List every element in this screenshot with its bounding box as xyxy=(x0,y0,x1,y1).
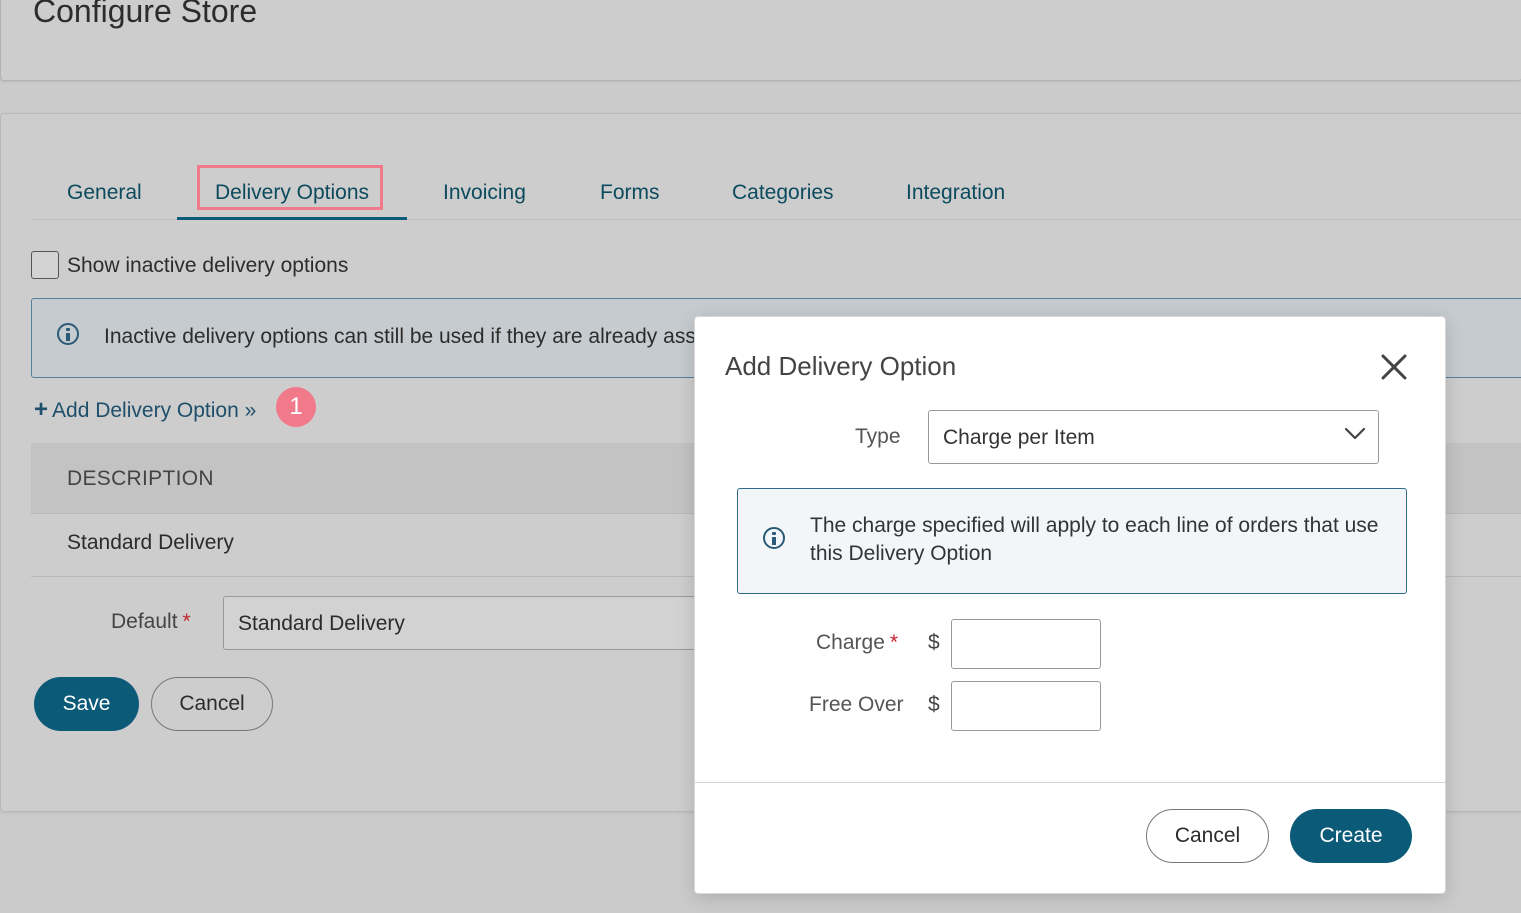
charge-input[interactable] xyxy=(951,619,1101,669)
tab-integration[interactable]: Integration xyxy=(906,162,1005,219)
free-over-input[interactable] xyxy=(951,681,1101,731)
modal-divider xyxy=(695,782,1445,783)
tab-categories[interactable]: Categories xyxy=(732,162,834,219)
default-label: Default * xyxy=(111,610,191,634)
info-icon xyxy=(763,527,785,549)
required-marker: * xyxy=(889,631,899,654)
chevron-down-icon xyxy=(1344,427,1366,440)
tab-delivery-options[interactable]: Delivery Options xyxy=(177,162,407,220)
plus-icon: + xyxy=(34,396,49,423)
create-button[interactable]: Create xyxy=(1290,809,1412,863)
tab-invoicing[interactable]: Invoicing xyxy=(443,162,526,219)
page-title: Configure Store xyxy=(33,0,258,29)
header-card: Configure Store xyxy=(0,0,1521,81)
type-label: Type xyxy=(855,425,901,448)
modal-title: Add Delivery Option xyxy=(725,351,957,381)
add-delivery-option-link[interactable]: + Add Delivery Option » xyxy=(34,396,256,424)
column-header-description: DESCRIPTION xyxy=(67,467,214,490)
modal-info-box: The charge specified will apply to each … xyxy=(737,488,1407,594)
default-label-text: Default xyxy=(111,610,178,633)
save-button[interactable]: Save xyxy=(34,677,139,731)
modal-cancel-button[interactable]: Cancel xyxy=(1146,809,1269,863)
cancel-button[interactable]: Cancel xyxy=(151,677,273,731)
free-over-currency-symbol: $ xyxy=(928,693,940,716)
tab-bar: General Delivery Options Invoicing Forms… xyxy=(31,162,1521,220)
info-icon xyxy=(57,323,79,345)
add-delivery-option-label: Add Delivery Option » xyxy=(52,399,257,422)
close-icon[interactable] xyxy=(1378,351,1410,383)
add-delivery-option-modal: Add Delivery Option Type Charge per Item… xyxy=(694,316,1446,894)
charge-currency-symbol: $ xyxy=(928,631,940,654)
charge-label: Charge * xyxy=(816,631,898,655)
show-inactive-label[interactable]: Show inactive delivery options xyxy=(67,254,348,278)
type-select[interactable]: Charge per Item xyxy=(928,410,1379,464)
info-banner-text: Inactive delivery options can still be u… xyxy=(104,325,696,348)
tab-general[interactable]: General xyxy=(67,162,142,219)
tab-forms[interactable]: Forms xyxy=(600,162,660,219)
charge-label-text: Charge xyxy=(816,631,885,654)
step-badge: 1 xyxy=(276,387,316,427)
show-inactive-checkbox[interactable] xyxy=(31,251,59,279)
modal-info-text: The charge specified will apply to each … xyxy=(810,514,1379,565)
row-description: Standard Delivery xyxy=(67,531,234,554)
required-marker: * xyxy=(182,610,191,633)
free-over-label: Free Over xyxy=(809,693,904,716)
type-select-value: Charge per Item xyxy=(943,426,1095,449)
